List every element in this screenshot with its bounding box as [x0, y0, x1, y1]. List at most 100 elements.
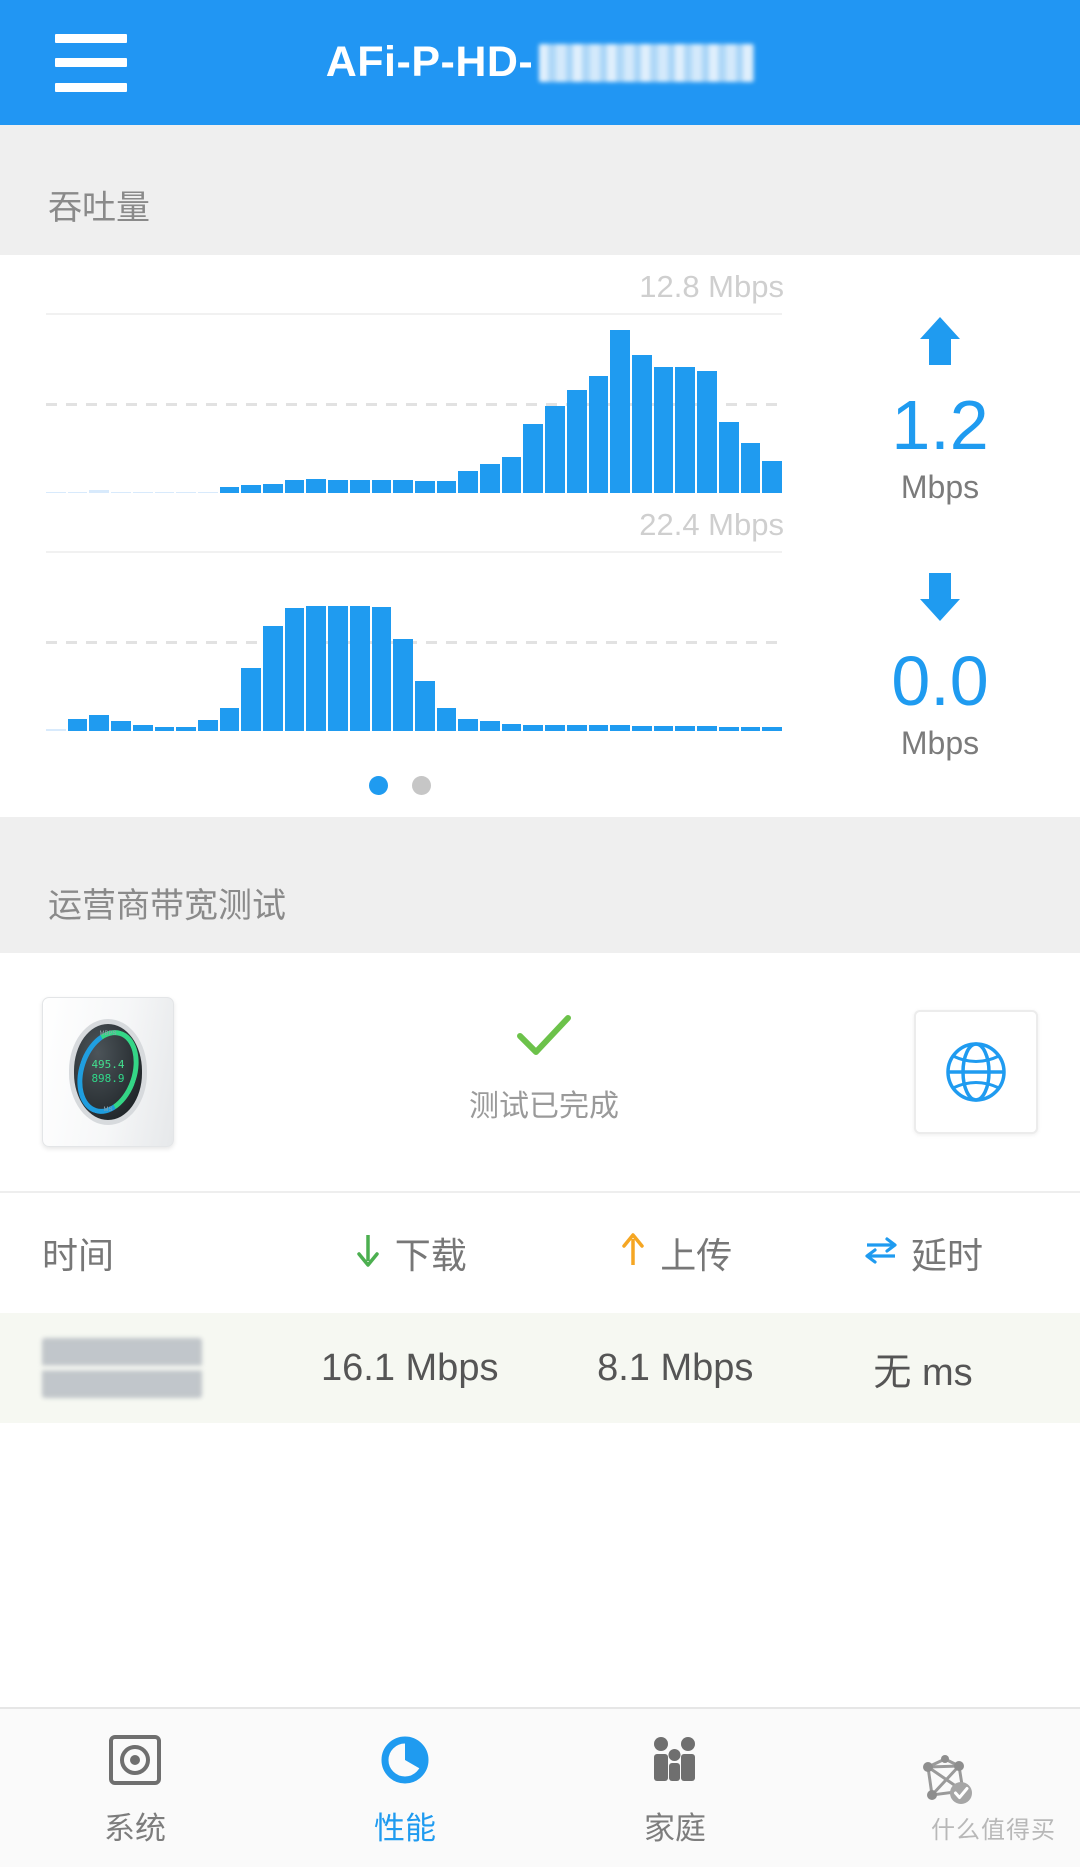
- nav-item-performance[interactable]: 性能: [270, 1729, 540, 1848]
- column-header-download: 下载: [277, 1227, 543, 1279]
- arrow-down-icon: [915, 569, 965, 635]
- chart-bar: [219, 708, 240, 731]
- redacted-timestamp: [42, 1338, 202, 1398]
- section-title-speedtest: 运营商带宽测试: [48, 887, 286, 925]
- nav-item-family[interactable]: 家庭: [540, 1729, 810, 1848]
- chart-bar: [111, 491, 131, 493]
- chart-bar: [89, 715, 110, 731]
- download-peak-label: 22.4 Mbps: [639, 507, 784, 542]
- cell-upload: 8.1 Mbps: [597, 1346, 754, 1389]
- chart-bar: [675, 367, 696, 493]
- chart-bar: [263, 484, 283, 493]
- checkmark-icon: [516, 1014, 572, 1067]
- chart-bar: [111, 720, 131, 731]
- router-readout-cap-top: MBPS: [99, 1031, 117, 1037]
- chart-bar: [371, 606, 392, 731]
- chart-bar: [154, 491, 175, 493]
- nav-item-network[interactable]: [810, 1751, 1080, 1825]
- globe-icon: [946, 1042, 1006, 1102]
- pager-dot[interactable]: [412, 776, 431, 795]
- chart-bar: [610, 725, 630, 731]
- chart-bar: [653, 367, 674, 493]
- throughput-charts-row: 12.8 Mbps 22.4 Mbps 1.2 Mbps 0.0 Mbps: [0, 255, 1080, 817]
- chart-bar: [501, 724, 522, 731]
- download-unit: Mbps: [900, 724, 980, 761]
- page-title: AFi-P-HD-: [0, 38, 1080, 87]
- charts-column: 12.8 Mbps 22.4 Mbps: [0, 265, 800, 817]
- speedtest-status-text: 测试已完成: [469, 1089, 619, 1123]
- table-row[interactable]: 16.1 Mbps 8.1 Mbps 无 ms: [0, 1313, 1080, 1423]
- chart-bar: [762, 461, 782, 493]
- chart-bar: [46, 491, 66, 493]
- chart-bar: [523, 424, 544, 493]
- chart-bar: [501, 457, 522, 493]
- chart-bar: [241, 485, 262, 493]
- chart-bar: [458, 471, 479, 493]
- chart-bar: [328, 479, 348, 493]
- chart-bar: [306, 478, 327, 493]
- throughput-card[interactable]: 12.8 Mbps 22.4 Mbps 1.2 Mbps 0.0 Mbps: [0, 255, 1080, 817]
- cell-time: [42, 1338, 277, 1398]
- column-header-download-label: 下载: [394, 1235, 467, 1276]
- router-readout-bottom: 898.9: [91, 1072, 125, 1085]
- chart-bar: [718, 726, 739, 731]
- app-screen: AFi-P-HD- 吞吐量 12.8 Mbps 22.4 Mbps 1.2 Mb…: [0, 0, 1080, 1867]
- chart-bar: [653, 725, 674, 731]
- nav-label-family: 家庭: [644, 1810, 706, 1846]
- chart-bar: [328, 605, 348, 731]
- chart-bar: [393, 480, 413, 493]
- chart-bar: [219, 487, 240, 493]
- chart-bar: [523, 724, 544, 731]
- router-readout-cap-bottom: MS: [103, 1107, 113, 1113]
- chart-bar: [197, 720, 218, 731]
- speedtest-results-table: 时间 下载 上传 延时 16.1 Mbps 8.1 Mbps 无 ms: [0, 1191, 1080, 1423]
- download-chart: 22.4 Mbps: [46, 503, 800, 741]
- chart-bar: [414, 481, 435, 493]
- cell-download: 16.1 Mbps: [321, 1346, 499, 1389]
- system-square-icon: [104, 1729, 166, 1791]
- chart-bar: [132, 725, 153, 731]
- speedtest-card[interactable]: MBPS 495.4 898.9 MS 测试已完成: [0, 953, 1080, 1191]
- arrow-up-icon: [618, 1232, 648, 1274]
- section-header-throughput: 吞吐量: [0, 125, 1080, 255]
- app-header: AFi-P-HD-: [0, 0, 1080, 125]
- section-title-throughput: 吞吐量: [48, 189, 150, 227]
- chart-bar: [762, 727, 782, 731]
- amplifi-router-icon: MBPS 495.4 898.9 MS: [42, 997, 174, 1147]
- chart-bar: [197, 491, 218, 493]
- upload-chart-plot: [46, 313, 782, 493]
- column-header-time-label: 时间: [42, 1235, 115, 1276]
- chart-bar: [46, 729, 66, 731]
- chart-bar: [610, 329, 630, 493]
- nav-label-system: 系统: [104, 1810, 166, 1846]
- chart-bar: [480, 720, 500, 731]
- speedtest-status: 测试已完成: [174, 1014, 914, 1125]
- upload-peak-label: 12.8 Mbps: [639, 269, 784, 304]
- page-title-text: AFi-P-HD-: [325, 38, 534, 86]
- chart-bar: [480, 464, 500, 493]
- upload-value: 1.2: [891, 386, 989, 464]
- download-chart-plot: [46, 551, 782, 731]
- chart-bar: [718, 421, 739, 493]
- download-value: 0.0: [891, 642, 989, 720]
- chart-bar: [241, 667, 262, 731]
- column-header-time: 时间: [42, 1227, 277, 1279]
- pager-dot[interactable]: [369, 776, 388, 795]
- chart-bar: [631, 725, 652, 731]
- table-header-row: 时间 下载 上传 延时: [0, 1193, 1080, 1313]
- family-people-icon: [644, 1729, 706, 1791]
- redacted-device-id: [539, 43, 755, 82]
- network-mesh-icon: [914, 1751, 976, 1813]
- column-header-latency: 延时: [808, 1227, 1038, 1279]
- chart-bar: [132, 491, 153, 493]
- nav-item-system[interactable]: 系统: [0, 1729, 270, 1848]
- chart-bar: [631, 355, 652, 493]
- carousel-pager[interactable]: [0, 776, 800, 795]
- chart-bar: [545, 724, 565, 731]
- upload-bars: [46, 313, 782, 493]
- chart-bar: [436, 481, 457, 493]
- chart-bar: [545, 405, 565, 493]
- column-header-latency-label: 延时: [910, 1235, 983, 1276]
- column-header-upload: 上传: [543, 1227, 809, 1279]
- chart-bar: [306, 606, 327, 731]
